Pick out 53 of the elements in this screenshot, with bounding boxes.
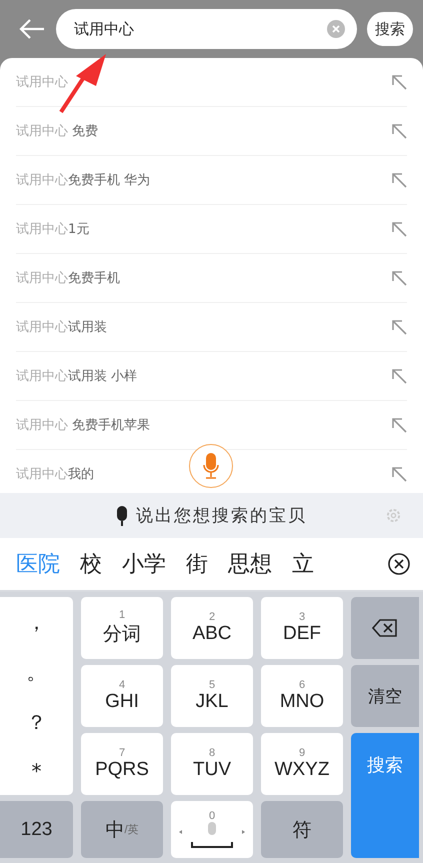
- search-field[interactable]: 试用中心: [56, 9, 357, 49]
- voice-hint: 说出您想搜索的宝贝: [136, 505, 307, 527]
- fill-arrow-icon[interactable]: [391, 172, 407, 188]
- search-field[interactable]: 试用中心: [72, 19, 327, 39]
- search-button[interactable]: 搜索: [367, 12, 413, 46]
- keypad-key[interactable]: 6 MNO: [261, 665, 343, 727]
- punctuation-key[interactable]: *: [26, 758, 48, 784]
- suggestion-item[interactable]: 试用中心我的: [16, 465, 94, 483]
- fill-arrow-icon[interactable]: [391, 123, 407, 139]
- fill-arrow-icon[interactable]: [391, 270, 407, 286]
- voice-button[interactable]: [189, 444, 233, 488]
- candidate-word[interactable]: 小学: [122, 549, 166, 579]
- back-icon[interactable]: [18, 18, 46, 40]
- keypad-key[interactable]: 8 TUV: [171, 733, 253, 795]
- fill-arrow-icon[interactable]: [391, 319, 407, 335]
- fill-arrow-icon[interactable]: [391, 417, 407, 433]
- clear-key[interactable]: 清空: [351, 665, 419, 727]
- keypad-key[interactable]: 5 JKL: [171, 665, 253, 727]
- fill-arrow-icon[interactable]: [391, 221, 407, 237]
- candidate-word[interactable]: 街: [186, 549, 208, 579]
- fill-arrow-icon[interactable]: [391, 368, 407, 384]
- fill-arrow-icon[interactable]: [391, 74, 407, 90]
- space-bar-icon: [177, 822, 247, 850]
- backspace-key[interactable]: [351, 597, 419, 659]
- space-key[interactable]: 0: [171, 801, 253, 858]
- microphone-icon: [116, 506, 128, 526]
- keypad-key[interactable]: 7 PQRS: [81, 733, 163, 795]
- suggestion-item[interactable]: 试用中心 免费: [16, 122, 98, 140]
- close-icon[interactable]: [387, 552, 411, 576]
- clear-icon[interactable]: [327, 20, 345, 38]
- suggestion-item[interactable]: 试用中心 免费手机苹果: [16, 416, 150, 434]
- keypad-key[interactable]: 3 DEF: [261, 597, 343, 659]
- backspace-icon: [372, 619, 398, 637]
- suggestion-item[interactable]: 试用中心试用装 小样: [16, 367, 138, 385]
- suggestion-item[interactable]: 试用中心1元: [16, 220, 90, 238]
- suggestion-item[interactable]: 试用中心试用装: [16, 318, 107, 336]
- keypad-key[interactable]: 1 分词: [81, 597, 163, 659]
- keypad-key[interactable]: 4 GHI: [81, 665, 163, 727]
- keypad-key[interactable]: 2 ABC: [171, 597, 253, 659]
- suggestion-item[interactable]: 试用中心免费手机: [16, 269, 120, 287]
- candidate-word[interactable]: 思想: [228, 549, 272, 579]
- candidate-word[interactable]: 校: [80, 549, 102, 579]
- keypad-key[interactable]: 9 WXYZ: [261, 733, 343, 795]
- punctuation-key[interactable]: ，: [20, 608, 52, 637]
- punctuation-key[interactable]: ？: [20, 708, 52, 738]
- microphone-icon: [203, 453, 219, 479]
- symbols-key[interactable]: 符: [261, 801, 343, 858]
- fill-arrow-icon[interactable]: [391, 466, 407, 482]
- candidate-word[interactable]: 立: [292, 549, 314, 579]
- numbers-key[interactable]: 123: [0, 801, 73, 858]
- punctuation-key[interactable]: 。: [20, 658, 52, 687]
- suggestion-item[interactable]: 试用中心免费手机 华为: [16, 171, 150, 189]
- language-key[interactable]: 中/英: [81, 801, 163, 858]
